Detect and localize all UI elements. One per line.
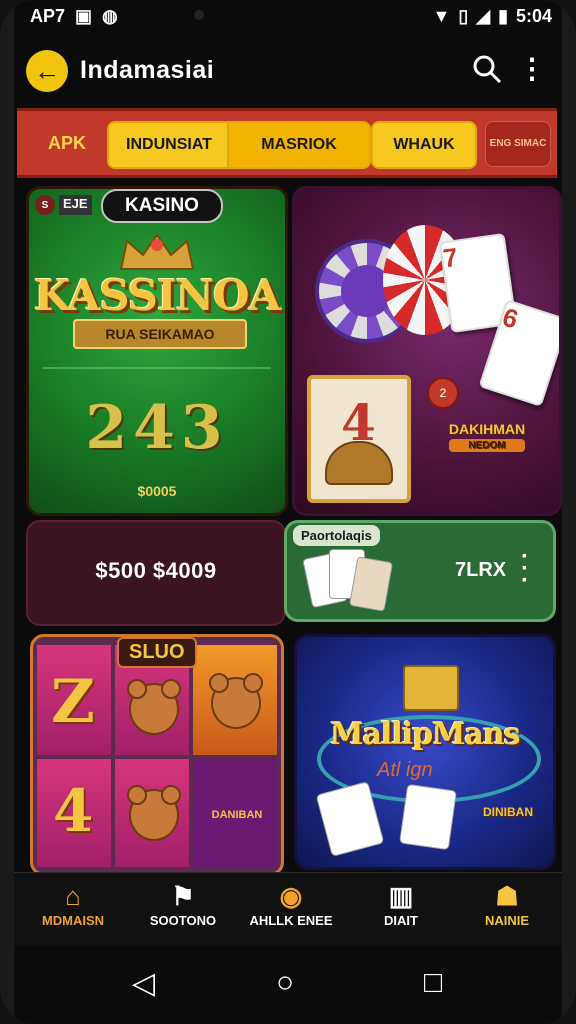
- card-rank: 7: [441, 241, 460, 274]
- screen: AP7 ▣ ◍ ▼ ▯ ◢ ▮ 5:04 ← Indamasiai ⋮ APK …: [14, 0, 562, 1024]
- tab-indunsiat[interactable]: INDUNSIAT: [107, 121, 231, 169]
- signal-icon: ◢: [476, 6, 491, 26]
- nav-item-nainie[interactable]: ☗ NAINIE: [452, 879, 562, 928]
- coin-badge: 2: [427, 377, 459, 409]
- helmet-icon: [325, 441, 393, 485]
- search-icon: [473, 55, 502, 84]
- tab-whauk[interactable]: WHAUK: [371, 121, 477, 169]
- slots-game-card[interactable]: Z 4 SLUO DANIBAN: [30, 634, 284, 876]
- slot-reel: [193, 645, 277, 755]
- slot-reel: 4: [37, 759, 111, 867]
- carrier-label: AP7: [30, 6, 66, 26]
- nav-item-ahllk-enee[interactable]: ◉ AHLLK ENEE: [236, 879, 346, 928]
- chip-icon: S: [35, 195, 55, 215]
- cards-icon: [302, 549, 397, 612]
- bear-icon: [209, 673, 263, 729]
- back-triangle-icon[interactable]: ◁: [132, 966, 155, 1001]
- nav-label: AHLLK ENEE: [249, 913, 333, 928]
- home-icon: ⌂: [65, 881, 81, 911]
- playing-card-icon: [399, 783, 457, 851]
- app-title: Indamasiai: [80, 56, 215, 84]
- more-vertical-icon[interactable]: · · ·: [521, 545, 529, 593]
- balance-text: $500 $4009: [95, 558, 217, 583]
- mini-logo-sub: NEDOM: [449, 439, 525, 452]
- promo-label: Paortolaqis: [293, 525, 380, 546]
- nav-item-home[interactable]: ⌂ MDMAISN: [18, 879, 128, 928]
- tab-eng-simac[interactable]: ENG SIMAC: [485, 121, 551, 167]
- battery-icon: ▮: [498, 6, 508, 26]
- slot-symbol: Z: [51, 667, 95, 737]
- camera-dot: [194, 10, 204, 20]
- nav-label: NAINIE: [484, 913, 530, 928]
- phone-frame: AP7 ▣ ◍ ▼ ▯ ◢ ▮ 5:04 ← Indamasiai ⋮ APK …: [0, 0, 576, 1024]
- kasino-number: 243: [85, 393, 229, 463]
- crown-icon: [119, 233, 195, 270]
- kasino-ribbon: RUA SEIKAMAO: [73, 319, 247, 349]
- more-vertical-icon: ⋮: [518, 53, 546, 84]
- slot-reel: Z: [37, 645, 111, 755]
- mallip-script: Atl ign: [377, 759, 433, 781]
- nav-label: SOOTONO: [149, 913, 217, 928]
- tab-masriok[interactable]: MASRIOK: [227, 121, 371, 169]
- home-circle-icon[interactable]: ○: [276, 966, 294, 1000]
- search-button[interactable]: [472, 54, 502, 91]
- slots-title: SLUO: [117, 637, 197, 668]
- promo-card[interactable]: Paortolaqis 7LRX · · ·: [284, 520, 556, 622]
- nav-label: MDMAISN: [41, 913, 105, 928]
- kasino-badge: KASINO: [101, 189, 223, 223]
- bear-icon: [127, 785, 181, 841]
- tab-apk[interactable]: APK: [27, 121, 107, 165]
- slot-reel: [115, 759, 189, 867]
- box-icon: ▥: [388, 881, 414, 911]
- wifi-icon: ▼: [432, 6, 451, 26]
- slots-sub-logo: DANIBAN: [211, 809, 263, 821]
- mini-label: EJE: [59, 195, 92, 215]
- number-tile: 4: [307, 375, 411, 503]
- vibrate-icon: ▯: [458, 6, 469, 26]
- more-options-button[interactable]: ⋮: [518, 52, 546, 85]
- category-tabs: APK INDUNSIAT MASRIOK WHAUK ENG SIMAC: [17, 108, 557, 178]
- mallip-title: MallipMans: [330, 717, 520, 752]
- mallipmans-game-card[interactable]: MallipMans Atl ign DINIBAN: [294, 634, 556, 870]
- bear-icon: [127, 679, 181, 735]
- gift-box-icon: [403, 665, 459, 711]
- chips-game-card[interactable]: 7 6 4 2 DAKIHMAN NEDOM: [292, 186, 562, 516]
- system-navigation-bar: ◁ ○ □: [14, 946, 562, 1024]
- sync-icon: ◍: [102, 6, 118, 26]
- kasino-mini-header: S EJE: [35, 195, 92, 215]
- balance-card[interactable]: $500 $4009: [26, 520, 286, 626]
- flag-icon: ⚑: [171, 881, 195, 911]
- mini-logo-text: DAKIHMAN: [448, 421, 526, 437]
- image-icon: ▣: [75, 6, 93, 26]
- recents-square-icon[interactable]: □: [424, 966, 442, 1000]
- nav-label: DIAIT: [384, 913, 418, 928]
- clock-label: 5:04: [515, 6, 552, 26]
- divider: [43, 367, 271, 369]
- person-icon: ☗: [495, 881, 519, 911]
- promo-value: 7LRX: [455, 559, 507, 581]
- mallip-badge: DINIBAN: [483, 805, 533, 819]
- kasino-logo: KASSINOA: [33, 271, 281, 320]
- status-bar: AP7 ▣ ◍ ▼ ▯ ◢ ▮ 5:04: [14, 0, 562, 34]
- bottom-navigation: ⌂ MDMAISN ⚑ SOOTONO ◉ AHLLK ENEE ▥ DIAIT…: [14, 872, 562, 947]
- kasino-game-card[interactable]: S EJE KASINO KASSINOA RUA SEIKAMAO 243 $0…: [26, 186, 288, 516]
- coin-icon: ◉: [279, 881, 303, 911]
- app-bar: ← Indamasiai ⋮: [14, 36, 562, 106]
- arrow-left-icon: ←: [34, 55, 60, 86]
- kasino-amount: $0005: [137, 483, 177, 499]
- nav-item-diait[interactable]: ▥ DIAIT: [346, 879, 456, 928]
- back-button[interactable]: ←: [26, 50, 68, 92]
- game-mini-logo: DAKIHMAN NEDOM: [441, 421, 533, 452]
- nav-item-sootono[interactable]: ⚑ SOOTONO: [128, 879, 238, 928]
- slot-symbol: 4: [53, 777, 94, 845]
